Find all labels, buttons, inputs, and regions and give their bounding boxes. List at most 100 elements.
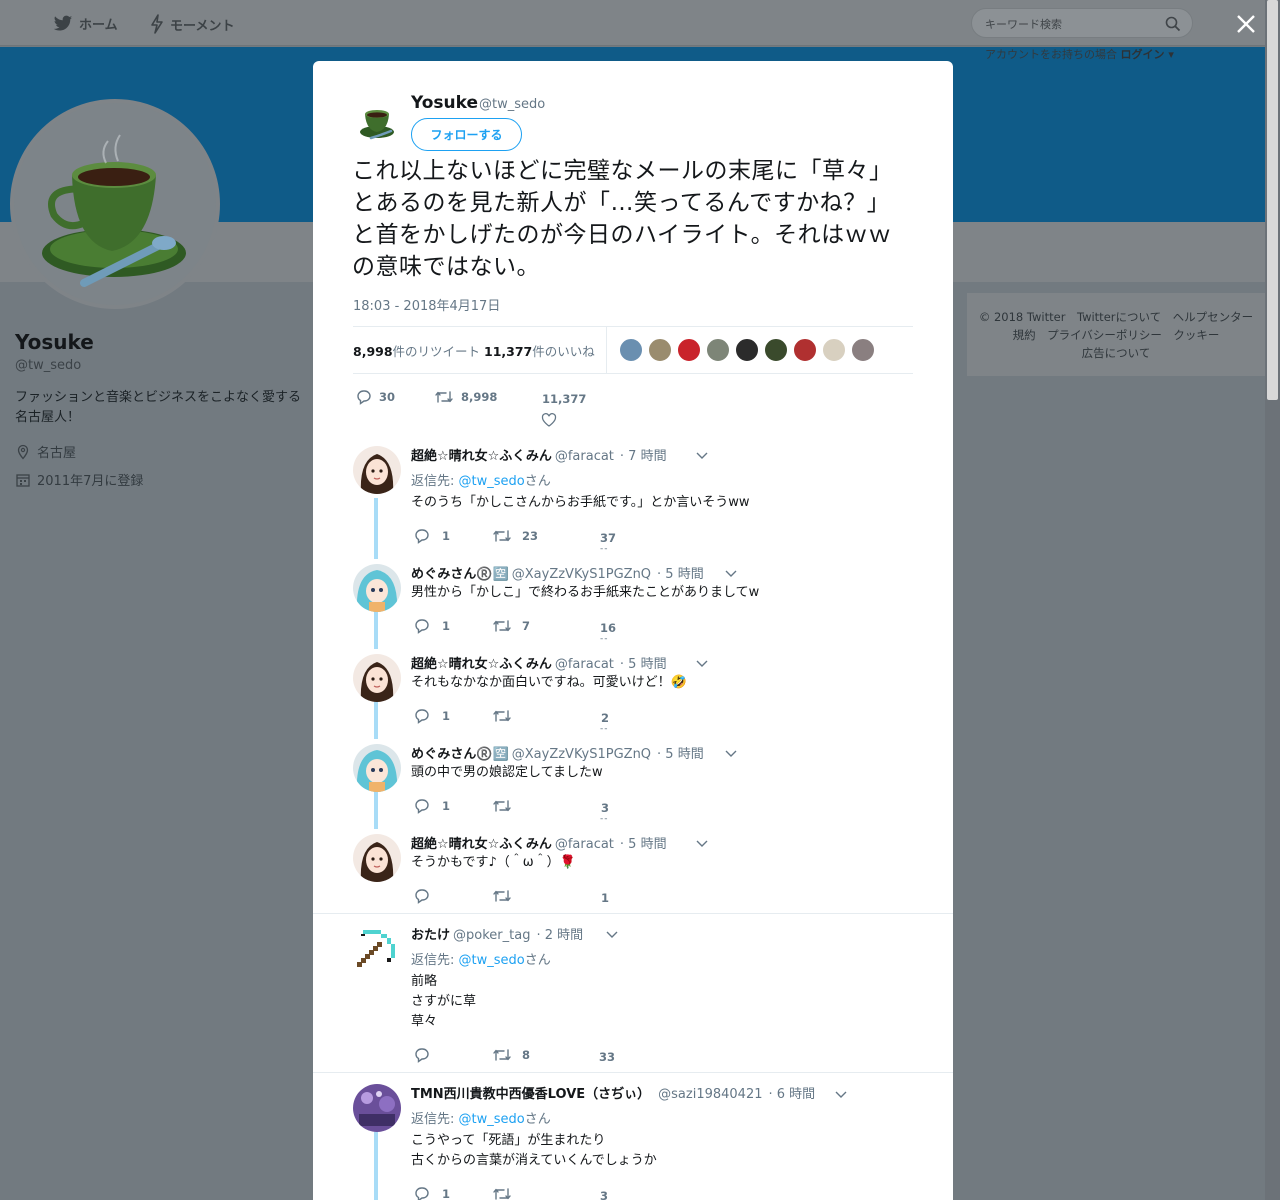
retweet-action[interactable] [492, 798, 512, 814]
retweet-action[interactable] [492, 1186, 512, 1200]
profile-avatar[interactable] [10, 99, 220, 309]
reply-action[interactable]: 1 [414, 798, 450, 814]
reply-action[interactable] [414, 888, 430, 904]
reply-action[interactable]: 1 [414, 528, 450, 544]
reply-author-handle[interactable]: @XayZzVKyS1PGZnQ [512, 747, 651, 762]
liker-avatar[interactable] [619, 338, 643, 362]
reply-avatar[interactable] [353, 654, 401, 702]
reply-author-handle[interactable]: @sazi19840421 [658, 1087, 762, 1102]
like-count[interactable]: 1 [601, 891, 609, 905]
retweet-action[interactable]: 8 [492, 1047, 530, 1063]
reply-action[interactable]: 30 [356, 389, 395, 405]
retweet-action[interactable]: 7 [492, 618, 530, 634]
author-handle[interactable]: @tw_sedo [479, 97, 545, 112]
reply-action[interactable]: 1 [414, 1186, 450, 1200]
like-icon-partial: -- [600, 634, 609, 644]
nav-home[interactable]: ホーム [53, 14, 118, 33]
reply-action[interactable] [414, 1047, 430, 1063]
retweet-stat[interactable]: 8,998件のリツイート [353, 341, 480, 360]
reply-author-name[interactable]: 超絶☆晴れ女☆ふくみん [411, 837, 552, 852]
retweet-action[interactable]: 8,998 [434, 389, 497, 405]
profile-location-text: 名古屋 [37, 446, 77, 461]
liker-avatar[interactable] [677, 338, 701, 362]
retweet-action[interactable]: 23 [492, 528, 538, 544]
chevron-down-icon[interactable] [725, 570, 737, 578]
footer-line-2[interactable]: 規約 プライバシーポリシー クッキー [967, 327, 1265, 343]
profile-handle[interactable]: @tw_sedo [15, 358, 81, 373]
reply-author-name[interactable]: おたけ [411, 928, 450, 943]
like-count[interactable]: 16 [600, 621, 616, 635]
footer-line-1[interactable]: © 2018 Twitter Twitterについて ヘルプセンター [967, 309, 1265, 325]
reply-author-name[interactable]: 超絶☆晴れ女☆ふくみん [411, 657, 552, 672]
reply-count: 1 [442, 619, 451, 633]
scrollbar-thumb[interactable] [1267, 0, 1278, 400]
reply-time[interactable]: · 5 時間 [620, 837, 667, 852]
chevron-down-icon[interactable] [696, 660, 708, 668]
profile-name[interactable]: Yosuke [15, 330, 94, 354]
liker-avatar[interactable] [822, 338, 846, 362]
liker-avatar[interactable] [706, 338, 730, 362]
like-count[interactable]: 3 [601, 801, 609, 815]
reply-author-name[interactable]: TMN西川貴教中西優香LOVE（さぢぃ） [411, 1087, 650, 1102]
footer-line-3[interactable]: 広告について [967, 345, 1265, 361]
chevron-down-icon[interactable] [725, 750, 737, 758]
like-count[interactable]: 37 [600, 531, 616, 545]
liker-avatar[interactable] [648, 338, 672, 362]
stats-divider [606, 327, 607, 374]
reply-avatar[interactable] [353, 564, 401, 612]
follow-button[interactable]: フォローする [411, 118, 522, 151]
login-link[interactable]: ログイン ▾ [1121, 48, 1174, 61]
like-count[interactable]: 3 [600, 1189, 608, 1200]
reply-time[interactable]: · 5 時間 [657, 747, 704, 762]
heart-icon[interactable] [541, 412, 557, 428]
reply-author-handle[interactable]: @faracat [555, 449, 614, 464]
reply-author-handle[interactable]: @faracat [555, 837, 614, 852]
author-name[interactable]: Yosuke [411, 93, 478, 113]
like-stat[interactable]: 11,377件のいいね [484, 341, 595, 360]
like-count[interactable]: 33 [599, 1050, 615, 1064]
chevron-down-icon[interactable] [835, 1091, 847, 1099]
reply-time[interactable]: · 6 時間 [769, 1087, 816, 1102]
retweet-icon [493, 890, 511, 902]
author-avatar[interactable] [353, 98, 401, 146]
liker-avatar[interactable] [793, 338, 817, 362]
chevron-down-icon[interactable] [696, 452, 708, 460]
reply-avatar[interactable] [353, 834, 401, 882]
reply-action[interactable]: 1 [414, 618, 450, 634]
reply-author-name[interactable]: 超絶☆晴れ女☆ふくみん [411, 449, 552, 464]
reply-to-link[interactable]: @tw_sedo [459, 1112, 525, 1127]
reply-avatar[interactable] [353, 1084, 401, 1132]
like-stat-count: 11,377 [484, 344, 533, 359]
search-input[interactable]: キーワード検索 [971, 8, 1193, 38]
calendar-icon [16, 473, 30, 487]
reply-time[interactable]: · 7 時間 [620, 449, 667, 464]
reply-author-name[interactable]: めぐみさん®️🈳 [411, 747, 509, 762]
close-icon[interactable] [1233, 11, 1259, 37]
liker-avatar[interactable] [735, 338, 759, 362]
nav-moments[interactable]: モーメント [150, 14, 234, 34]
chevron-down-icon[interactable] [696, 840, 708, 848]
liker-avatar[interactable] [764, 338, 788, 362]
tweet-timestamp[interactable]: 18:03 - 2018年4月17日 [353, 295, 500, 314]
like-count[interactable]: 2 [601, 711, 609, 725]
reply-time[interactable]: · 5 時間 [620, 657, 667, 672]
reply-time[interactable]: · 2 時間 [536, 928, 583, 943]
retweet-action[interactable] [492, 888, 512, 904]
girl-avatar-image [353, 446, 401, 494]
reply-author-handle[interactable]: @poker_tag [453, 928, 530, 943]
like-count: 11,377 [542, 392, 587, 406]
reply-avatar[interactable] [353, 924, 401, 972]
reply-time[interactable]: · 5 時間 [657, 567, 704, 582]
reply-author-handle[interactable]: @faracat [555, 657, 614, 672]
reply-author-handle[interactable]: @XayZzVKyS1PGZnQ [512, 567, 651, 582]
reply-to-link[interactable]: @tw_sedo [459, 474, 525, 489]
reply-action[interactable]: 1 [414, 708, 450, 724]
reply-to-link[interactable]: @tw_sedo [459, 953, 525, 968]
liker-avatar[interactable] [851, 338, 875, 362]
reply-avatar[interactable] [353, 446, 401, 494]
reply-author-name[interactable]: めぐみさん®️🈳 [411, 567, 509, 582]
like-action[interactable]: 11,377 [542, 392, 586, 406]
reply-avatar[interactable] [353, 744, 401, 792]
chevron-down-icon[interactable] [606, 931, 618, 939]
retweet-action[interactable] [492, 708, 512, 724]
